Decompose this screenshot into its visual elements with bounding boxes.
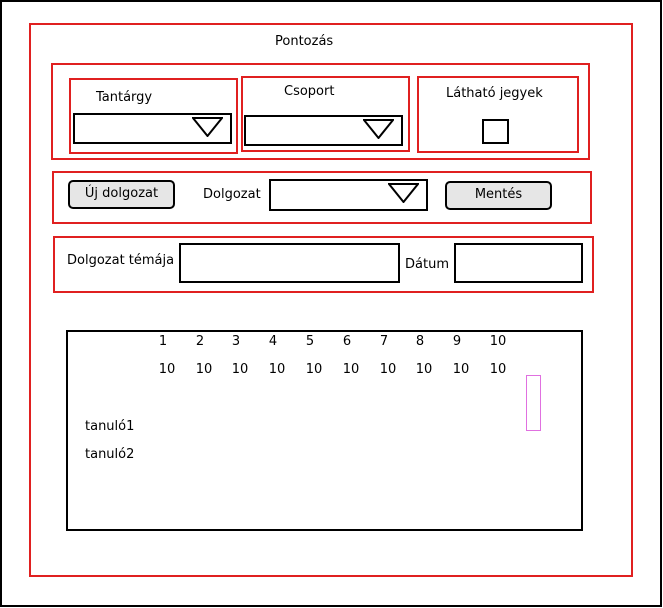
task-number: 9: [452, 334, 462, 349]
task-number: 2: [195, 334, 205, 349]
max-points-cell: 10: [489, 362, 507, 377]
max-points-cell: 10: [268, 362, 286, 377]
max-points-cell: 10: [305, 362, 323, 377]
score-grid: [66, 330, 583, 531]
topic-input[interactable]: [179, 243, 400, 283]
visible-grades-checkbox[interactable]: [482, 119, 509, 144]
max-points-cell: 10: [158, 362, 176, 377]
visible-grades-label: Látható jegyek: [446, 86, 543, 101]
date-label: Dátum: [405, 257, 449, 272]
task-number: 3: [231, 334, 241, 349]
task-number: 4: [268, 334, 278, 349]
topic-label: Dolgozat témája: [67, 253, 175, 268]
max-points-cell: 10: [342, 362, 360, 377]
date-input[interactable]: [454, 243, 583, 283]
dropdown-arrow-icon: [363, 119, 394, 139]
task-number: 8: [415, 334, 425, 349]
student-name: tanuló2: [85, 447, 135, 462]
group-label: Csoport: [284, 84, 335, 99]
max-points-row: 10 10 10 10 10 10 10 10 10 10: [0, 362, 663, 378]
task-number: 10: [489, 334, 507, 349]
page-title: Pontozás: [275, 34, 334, 49]
subject-label: Tantárgy: [96, 90, 153, 105]
task-number: 5: [305, 334, 315, 349]
test-dropdown[interactable]: [269, 179, 428, 211]
task-number: 6: [342, 334, 352, 349]
subject-dropdown[interactable]: [73, 113, 232, 144]
task-number-row: 1 2 3 4 5 6 7 8 9 10: [0, 334, 663, 350]
max-points-cell: 10: [452, 362, 470, 377]
max-points-cell: 10: [415, 362, 433, 377]
test-label: Dolgozat: [203, 187, 261, 202]
save-button[interactable]: Mentés: [445, 181, 552, 210]
student-name: tanuló1: [85, 419, 135, 434]
task-number: 7: [379, 334, 389, 349]
scroll-marker[interactable]: [526, 375, 541, 431]
max-points-cell: 10: [231, 362, 249, 377]
group-dropdown[interactable]: [244, 115, 403, 146]
dropdown-arrow-icon: [192, 117, 223, 137]
dropdown-arrow-icon: [388, 183, 419, 203]
task-number: 1: [158, 334, 168, 349]
max-points-cell: 10: [379, 362, 397, 377]
max-points-cell: 10: [195, 362, 213, 377]
new-test-button[interactable]: Új dolgozat: [68, 180, 175, 209]
